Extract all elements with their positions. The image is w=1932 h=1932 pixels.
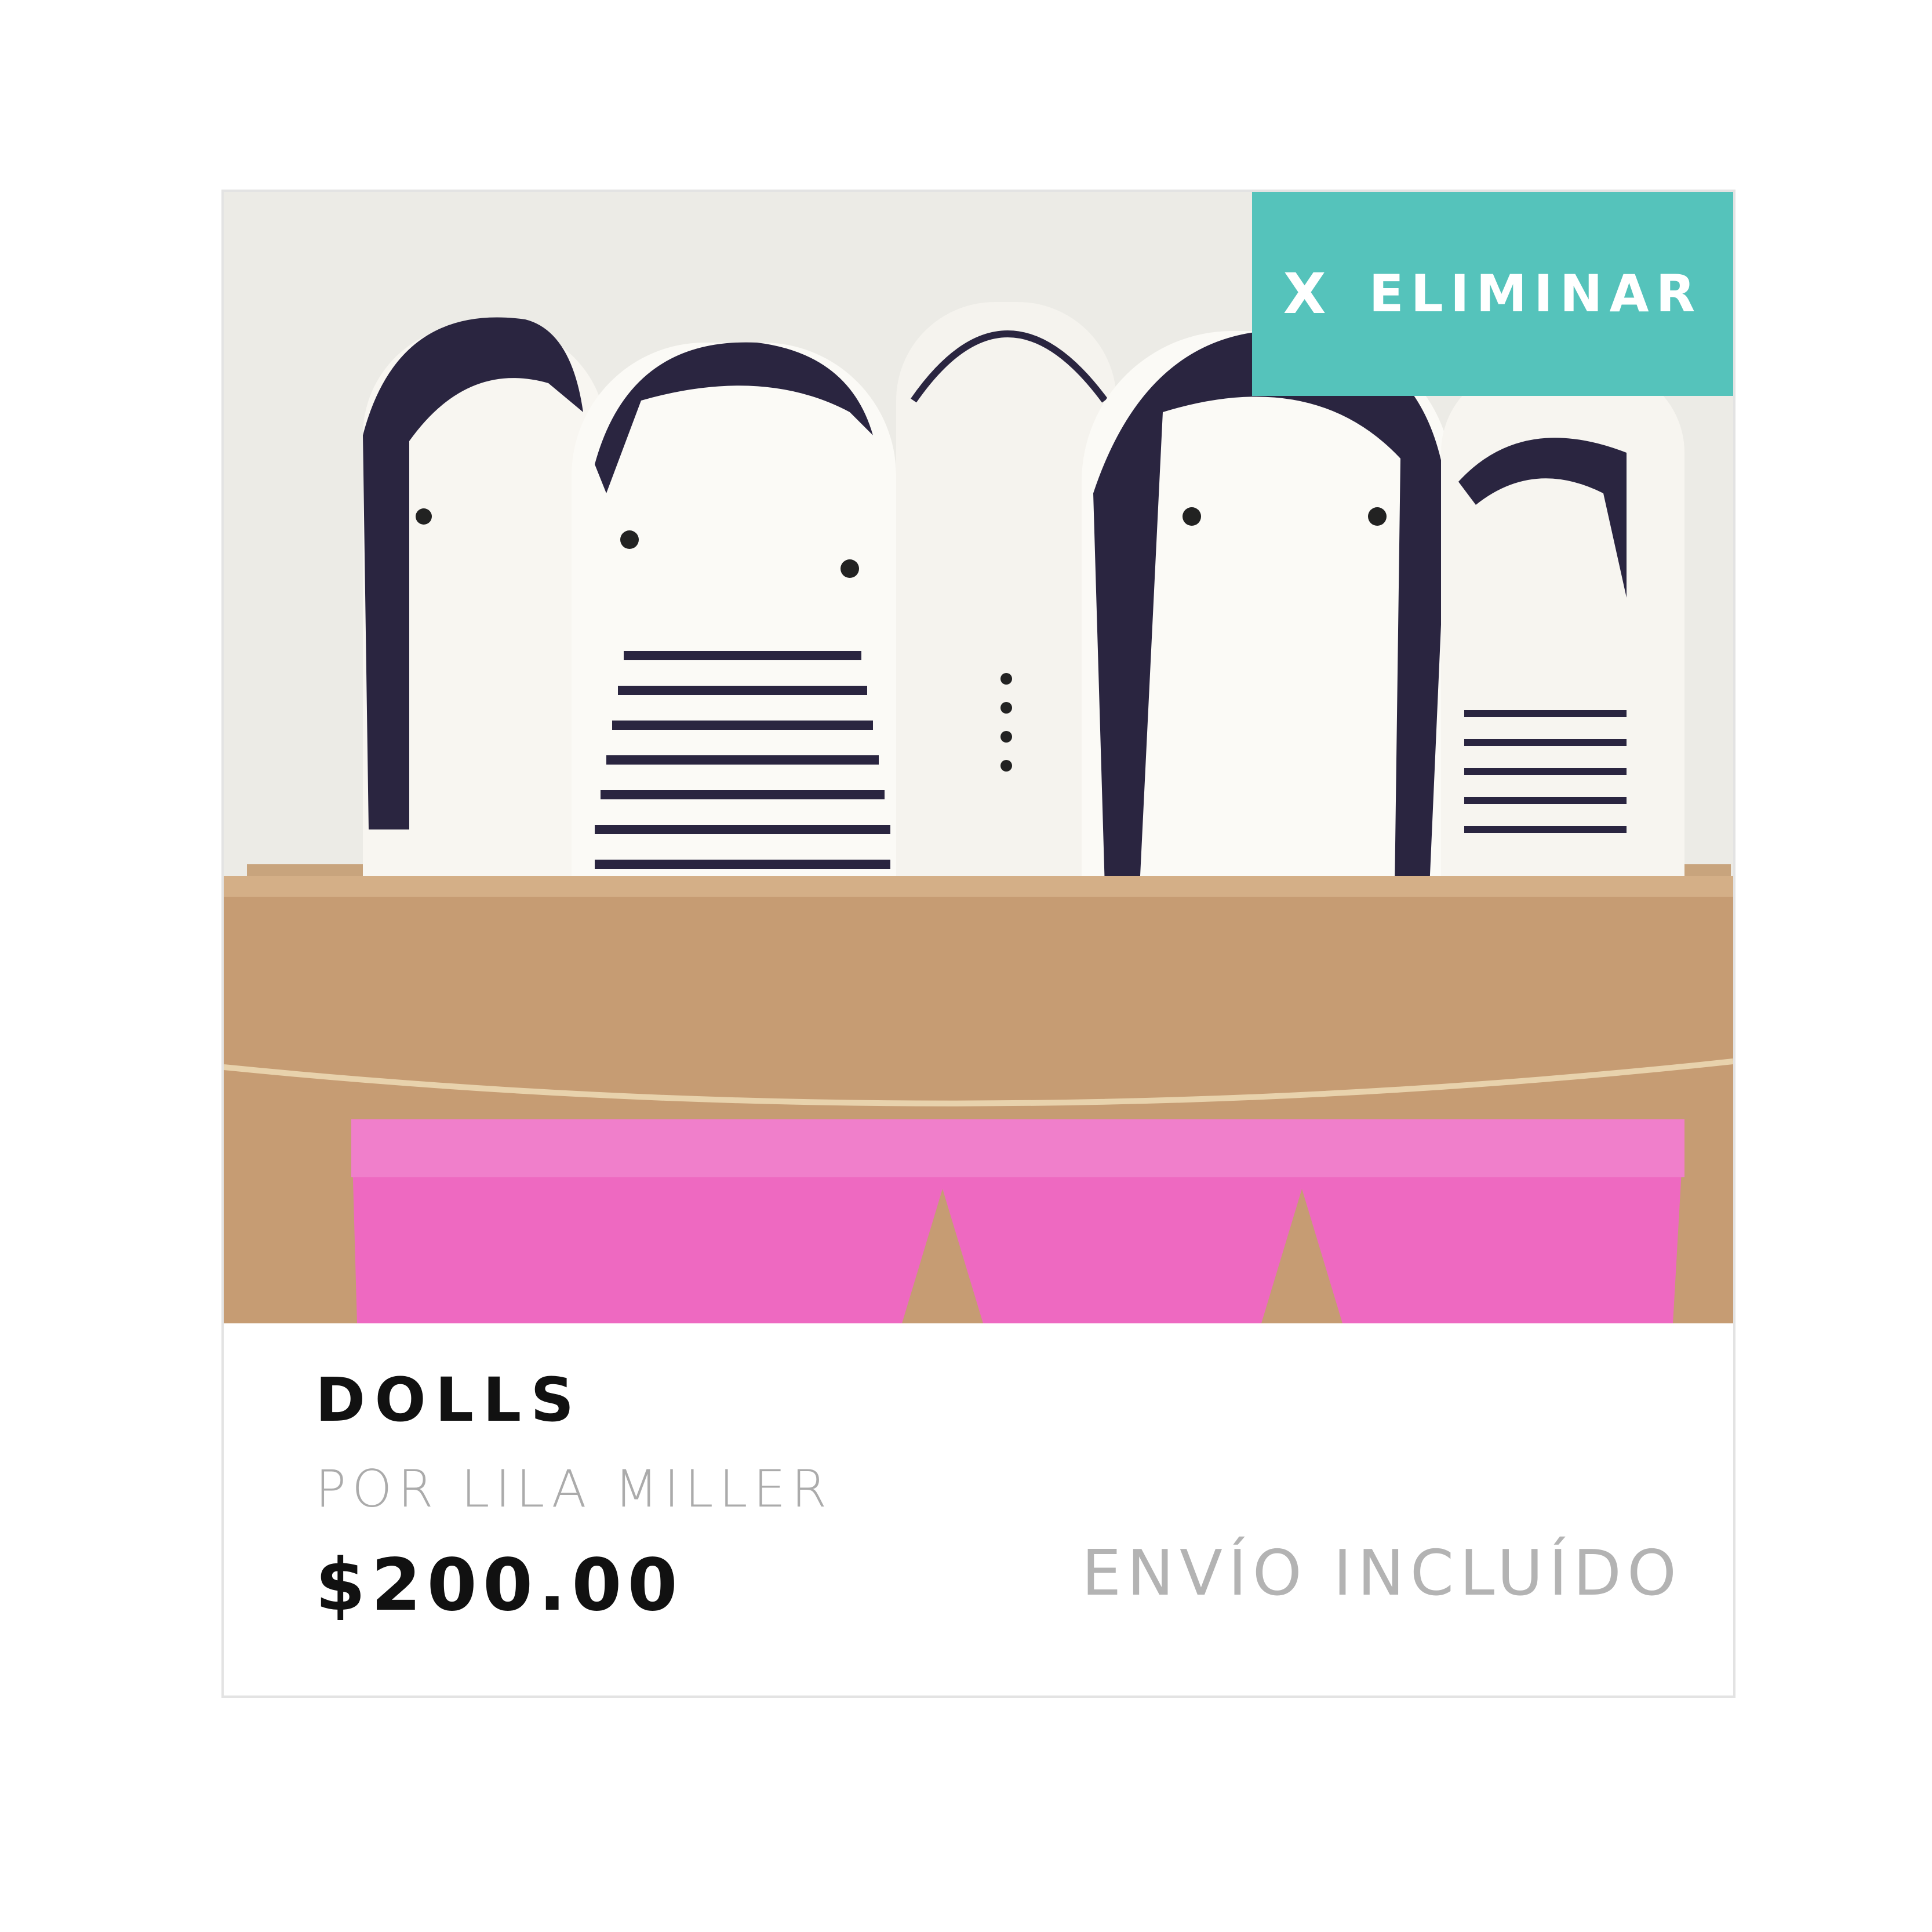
product-price: $200.00	[315, 1544, 683, 1627]
shipping-status: ENVÍO INCLUÍDO	[1081, 1537, 1682, 1610]
product-author[interactable]: POR LILA MILLER	[315, 1464, 832, 1515]
close-icon: X	[1283, 261, 1326, 326]
remove-button-label: ELIMINAR	[1369, 264, 1702, 323]
product-title[interactable]: DOLLS	[315, 1370, 583, 1430]
product-card[interactable]: X ELIMINAR DOLLS POR LILA MILLER $200.00…	[221, 190, 1735, 1698]
product-info: DOLLS POR LILA MILLER $200.00 ENVÍO INCL…	[224, 1323, 1733, 1695]
remove-button[interactable]: X ELIMINAR	[1252, 192, 1733, 396]
